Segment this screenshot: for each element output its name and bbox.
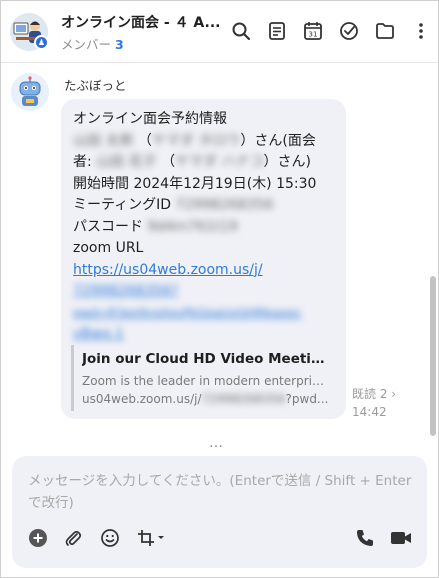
message-text: 者:: [73, 154, 92, 170]
message-text: （: [161, 154, 176, 170]
passcode-value: 9d4m761t19: [147, 218, 238, 235]
link-preview-url-redacted: 72998268356: [201, 392, 286, 406]
link-preview-url-prefix: us04web.zoom.us/j/: [82, 392, 202, 406]
sender-name: たぶぼっと: [64, 78, 127, 93]
more-messages-indicator: …: [209, 435, 224, 451]
calendar-icon[interactable]: 31: [301, 19, 325, 43]
paperclip-icon[interactable]: [61, 526, 85, 550]
zoom-link-redacted[interactable]: vBwo.1: [73, 324, 334, 346]
message-list[interactable]: たぶぼっと オンライン面会予約情報 山田 太郎 （ヤマダ タロウ）さん(面会 者…: [1, 63, 438, 451]
message-input[interactable]: [28, 470, 413, 516]
message-time: 14:42: [352, 405, 387, 419]
tasks-icon[interactable]: [337, 19, 361, 43]
link-preview-url-suffix: ?pwd...: [285, 392, 329, 406]
zoom-link-redacted[interactable]: 72998268356?: [73, 281, 334, 303]
crop-icon[interactable]: [136, 526, 166, 550]
link-preview-card[interactable]: Join our Cloud HD Video Meeting Zoom is …: [71, 345, 329, 411]
redacted-name: 山田 花子: [96, 154, 157, 170]
message-line: オンライン面会予約情報: [73, 111, 227, 127]
message-text: ）さん(面会: [240, 132, 316, 149]
room-title[interactable]: オンライン面会 - ４ A...: [61, 12, 221, 32]
notes-icon[interactable]: [265, 19, 289, 43]
passcode-label: パスコード: [73, 218, 143, 235]
zoom-link-redacted[interactable]: pwd=R3ep9ysAgvPkGpaUxGHMeaxoc: [73, 303, 334, 325]
zoom-link[interactable]: https://us04web.zoom.us/j/: [73, 260, 334, 282]
meeting-id-line: ミーティングID 72998268356: [73, 195, 334, 217]
meeting-id-value: 72998268356: [175, 197, 274, 213]
read-count: 既読 2: [352, 387, 388, 401]
search-icon[interactable]: [229, 19, 253, 43]
message-text: ）さん): [263, 154, 311, 170]
link-preview-description: Zoom is the leader in modern enterprise …: [82, 374, 329, 388]
chat-header: ♟ オンライン面会 - ４ A... メンバー 3 31: [1, 1, 438, 63]
redacted-kana: ヤマダ ハナコ: [175, 154, 264, 170]
start-time: 開始時間 2024年12月19日(木) 15:30: [73, 175, 317, 192]
passcode-line: パスコード 9d4m761t19: [73, 217, 334, 239]
video-icon[interactable]: [389, 526, 413, 550]
message-text: （: [137, 132, 152, 149]
folder-icon[interactable]: [373, 19, 397, 43]
member-count[interactable]: メンバー 3: [61, 34, 124, 53]
read-status[interactable]: 既読 2 › 14:42: [352, 385, 396, 421]
more-vertical-icon[interactable]: [409, 19, 433, 43]
chevron-right-icon: ›: [391, 387, 397, 401]
members-label: メンバー: [61, 37, 112, 52]
members-badge-icon: ♟: [34, 35, 49, 50]
link-preview-url: us04web.zoom.us/j/72998268356?pwd...: [82, 390, 329, 408]
scrollbar[interactable]: [430, 276, 436, 436]
link-preview-title[interactable]: Join our Cloud HD Video Meeting: [82, 349, 329, 369]
message-bubble[interactable]: オンライン面会予約情報 山田 太郎 （ヤマダ タロウ）さん(面会 者: 山田 花…: [61, 99, 346, 419]
redacted-kana: ヤマダ タロウ: [151, 132, 241, 149]
redacted-name: 山田 太郎: [73, 132, 134, 149]
plus-icon[interactable]: [26, 526, 50, 550]
zoom-url-label: zoom URL: [73, 240, 144, 256]
message-composer: [12, 456, 427, 568]
svg-text:31: 31: [309, 31, 318, 39]
emoji-icon[interactable]: [98, 526, 122, 550]
members-count: 3: [115, 37, 124, 52]
bot-avatar[interactable]: [11, 73, 49, 111]
message-line: 山田 太郎 （ヤマダ タロウ）さん(面会: [73, 131, 334, 153]
meeting-id-label: ミーティングID: [73, 197, 172, 213]
phone-icon[interactable]: [353, 526, 377, 550]
message-line: 者: 山田 花子 （ヤマダ ハナコ）さん): [73, 152, 334, 174]
